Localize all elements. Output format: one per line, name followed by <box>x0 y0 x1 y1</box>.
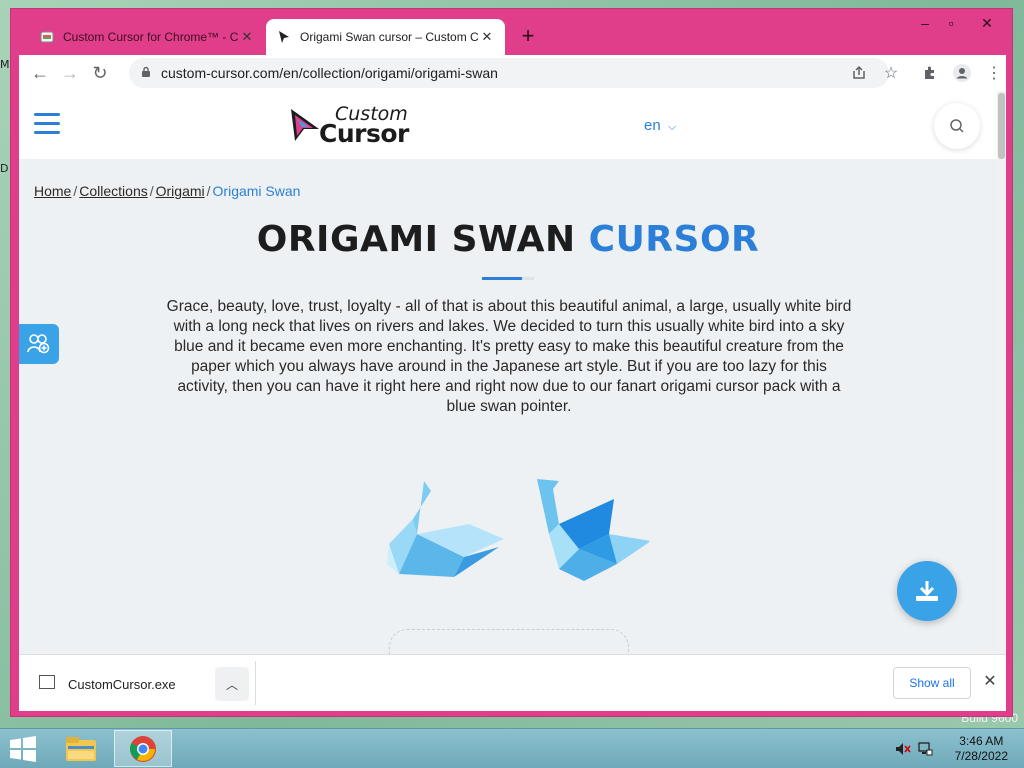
maximize-icon[interactable]: ▫ <box>939 13 963 33</box>
custom-cursor-logo[interactable]: Custom Cursor <box>289 103 419 148</box>
browser-toolbar: ← → ↻ custom-cursor.com/en/collection/or… <box>19 55 1006 91</box>
download-options-button[interactable]: ︿ <box>215 667 249 701</box>
title-underline-tail <box>522 277 534 280</box>
windows-start-icon[interactable] <box>8 735 40 763</box>
clock-date: 7/28/2022 <box>954 749 1008 763</box>
chrome-taskbar-icon[interactable] <box>114 730 172 767</box>
reload-icon[interactable]: ↻ <box>85 58 115 88</box>
taskbar: 3:46 AM 7/28/2022 <box>0 728 1024 768</box>
minimize-icon[interactable]: – <box>913 13 937 33</box>
cursor-favicon-icon <box>276 29 292 45</box>
address-bar[interactable]: custom-cursor.com/en/collection/origami/… <box>129 58 889 88</box>
download-button[interactable] <box>897 561 957 621</box>
tab-custom-cursor-chrome[interactable]: Custom Cursor for Chrome™ - Ch ✕ <box>29 19 265 55</box>
page-title-accent: CURSOR <box>588 219 760 260</box>
community-side-button[interactable] <box>19 324 59 364</box>
close-tab-icon[interactable]: ✕ <box>239 29 255 45</box>
language-selector[interactable]: en ⌵ <box>644 117 676 134</box>
tab-origami-swan[interactable]: Origami Swan cursor – Custom C ✕ <box>266 19 505 55</box>
tab-strip: Custom Cursor for Chrome™ - Ch ✕ Origami… <box>11 9 1012 55</box>
show-all-button[interactable]: Show all <box>893 667 971 699</box>
rainbow-favicon-icon <box>39 29 55 45</box>
forward-arrow-icon[interactable]: → <box>55 58 85 88</box>
clock-time: 3:46 AM <box>959 734 1004 748</box>
download-shelf: CustomCursor.exe ︿ Show all ✕ <box>19 654 1006 711</box>
shelf-divider <box>255 661 256 705</box>
back-arrow-icon[interactable]: ← <box>25 58 55 88</box>
profile-avatar-icon[interactable] <box>948 59 976 87</box>
new-tab-icon[interactable]: + <box>516 25 540 49</box>
chevron-up-icon: ︿ <box>225 677 238 692</box>
search-button[interactable] <box>934 103 980 149</box>
extensions-puzzle-icon[interactable] <box>916 59 944 87</box>
language-label: en <box>644 117 661 134</box>
cursor-preview[interactable] <box>369 469 651 589</box>
hamburger-menu-icon[interactable] <box>34 113 60 135</box>
breadcrumb: Home / Collections / Origami / Origami Swan <box>34 183 301 199</box>
site-header: Custom Cursor en ⌵ <box>19 91 997 159</box>
chevron-down-icon: ⌵ <box>667 121 677 133</box>
network-icon[interactable] <box>914 738 936 760</box>
share-icon[interactable] <box>845 59 873 87</box>
collection-description: Grace, beauty, love, trust, loyalty - al… <box>166 298 852 415</box>
menu-kebab-icon[interactable]: ⋮ <box>980 59 1008 87</box>
lock-icon <box>141 66 151 81</box>
page-title-main: ORIGAMI SWAN <box>256 219 576 260</box>
page-viewport: Custom Cursor en ⌵ Home / Collections / Orig… <box>19 91 1006 654</box>
system-clock[interactable]: 3:46 AM 7/28/2022 <box>955 734 1008 764</box>
origami-swan-cursor-image <box>387 479 651 581</box>
desktop-edge-letter: M <box>0 58 10 71</box>
search-icon <box>950 119 964 133</box>
cursor-card <box>389 629 629 654</box>
download-icon <box>916 581 938 601</box>
system-tray <box>892 733 936 765</box>
close-shelf-icon[interactable]: ✕ <box>979 671 1001 695</box>
volume-muted-icon[interactable] <box>892 738 914 760</box>
page-scrollbar[interactable] <box>997 91 1006 654</box>
tab-title: Custom Cursor for Chrome™ - Ch <box>63 30 239 44</box>
breadcrumb-collections[interactable]: Collections <box>79 183 147 199</box>
title-underline <box>482 277 522 280</box>
breadcrumb-home[interactable]: Home <box>34 183 71 199</box>
add-users-icon <box>27 334 50 354</box>
exe-file-icon <box>39 675 55 689</box>
desktop-edge-letter: D <box>0 162 9 175</box>
close-tab-icon[interactable]: ✕ <box>479 29 495 45</box>
tab-title: Origami Swan cursor – Custom C <box>300 30 479 44</box>
breadcrumb-origami[interactable]: Origami <box>156 183 205 199</box>
window-close-icon[interactable]: ✕ <box>975 13 999 33</box>
breadcrumb-current: Origami Swan <box>212 183 301 199</box>
page-title: ORIGAMI SWAN CURSOR <box>19 219 997 260</box>
logo-text-cursor: Cursor <box>319 119 409 148</box>
file-explorer-icon[interactable] <box>52 730 110 767</box>
browser-window: Custom Cursor for Chrome™ - Ch ✕ Origami… <box>10 8 1013 717</box>
bookmark-star-icon[interactable]: ☆ <box>877 59 905 87</box>
download-file-name[interactable]: CustomCursor.exe <box>68 677 176 692</box>
url-text: custom-cursor.com/en/collection/origami/… <box>161 65 498 81</box>
